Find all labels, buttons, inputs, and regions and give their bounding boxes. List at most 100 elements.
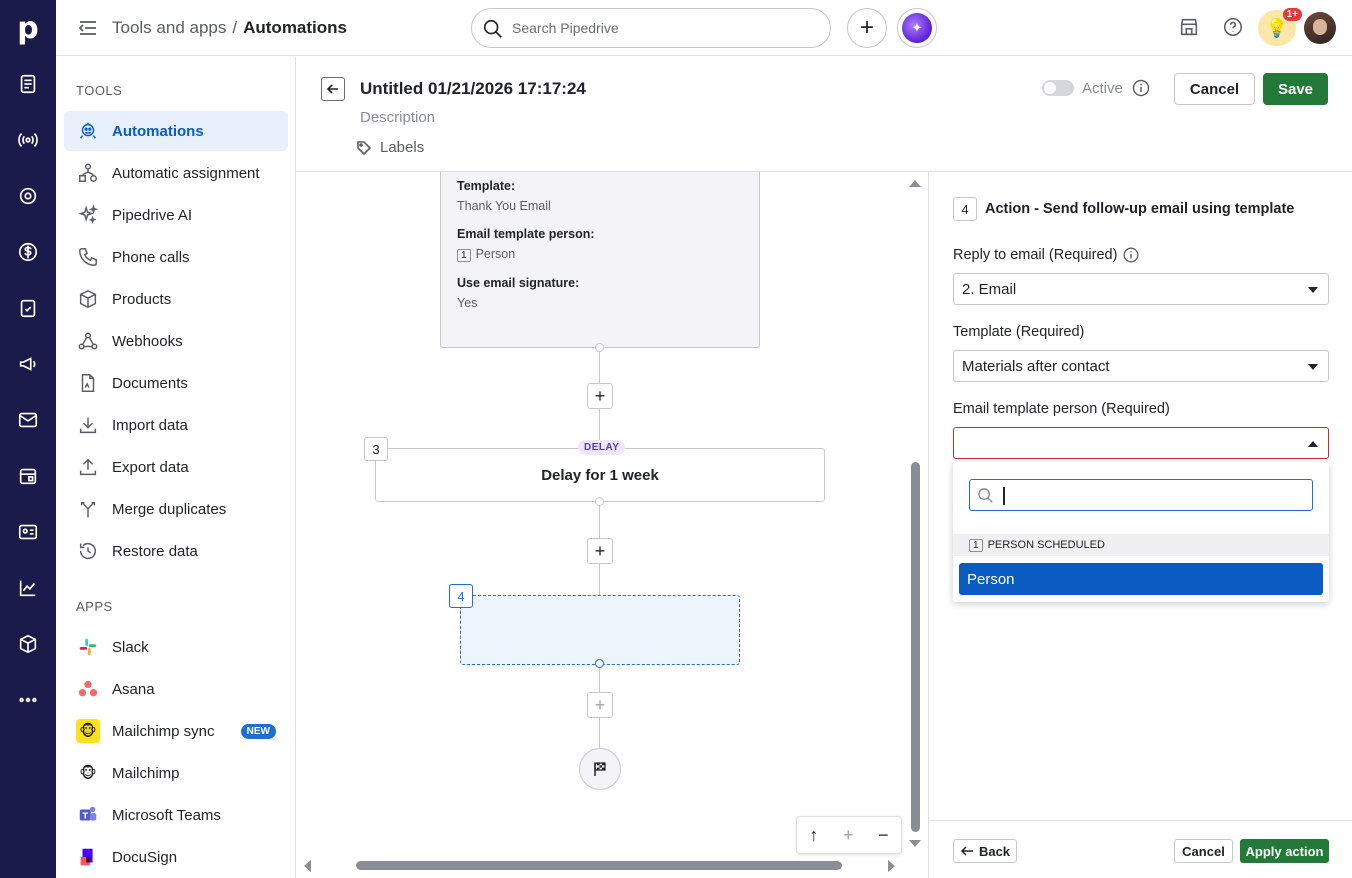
box-icon: [76, 287, 100, 311]
action-config-panel: 4 Action - Send follow-up email using te…: [928, 172, 1352, 878]
megaphone-icon[interactable]: [16, 352, 40, 376]
vertical-scroll-thumb[interactable]: [911, 462, 920, 832]
horizontal-scroll-thumb[interactable]: [356, 861, 842, 870]
webhook-icon: [76, 329, 100, 353]
mail-icon[interactable]: [16, 408, 40, 432]
workflow-canvas[interactable]: Template: Thank You Email Email template…: [296, 172, 928, 878]
vertical-scrollbar[interactable]: [908, 176, 922, 856]
sidebar-item-phone-calls[interactable]: Phone calls: [64, 237, 288, 277]
description-field[interactable]: Description: [360, 109, 435, 126]
sidebar-item-label: Asana: [112, 680, 155, 698]
sidebar-item-mailchimp-sync[interactable]: 🐵 Mailchimp sync NEW: [64, 711, 288, 751]
leads-icon[interactable]: [16, 72, 40, 96]
robot-icon: [76, 119, 100, 143]
delay-step-card[interactable]: Delay for 1 week: [375, 448, 825, 502]
scroll-down-icon[interactable]: [908, 839, 922, 849]
activities-icon[interactable]: [16, 296, 40, 320]
sidebar-item-pipedrive-ai[interactable]: Pipedrive AI: [64, 195, 288, 235]
template-select[interactable]: Materials after contact: [953, 350, 1329, 382]
connector-dot: [595, 497, 604, 506]
scroll-right-icon[interactable]: [887, 859, 897, 873]
marketplace-icon[interactable]: [1178, 16, 1202, 40]
chevron-down-icon: [1308, 364, 1318, 370]
add-step-button[interactable]: +: [587, 692, 613, 718]
chevron-up-icon: [1308, 441, 1318, 447]
products-rail-icon[interactable]: [16, 632, 40, 656]
search-input[interactable]: Search Pipedrive: [471, 8, 831, 48]
contacts-icon[interactable]: [16, 520, 40, 544]
labels-button[interactable]: Labels: [356, 139, 424, 156]
avatar[interactable]: [1304, 12, 1336, 44]
sidebar-item-docusign[interactable]: DocuSign: [64, 837, 288, 877]
sidebar-item-webhooks[interactable]: Webhooks: [64, 321, 288, 361]
merge-icon: [76, 497, 100, 521]
arrow-left-icon: [960, 846, 973, 856]
sidebar-item-export-data[interactable]: Export data: [64, 447, 288, 487]
zoom-out-icon[interactable]: −: [878, 825, 889, 846]
info-icon[interactable]: [1123, 247, 1139, 263]
sidebar-item-microsoft-teams[interactable]: T Microsoft Teams: [64, 795, 288, 835]
zoom-controls: ↑ + −: [796, 816, 902, 854]
target-icon[interactable]: [16, 184, 40, 208]
tips-bulb-icon[interactable]: 💡 1+: [1258, 8, 1302, 46]
restore-icon: [76, 539, 100, 563]
active-label: Active: [1082, 80, 1123, 97]
email-action-card[interactable]: Template: Thank You Email Email template…: [440, 172, 760, 348]
zoom-in-icon[interactable]: +: [843, 825, 854, 846]
upload-icon: [76, 455, 100, 479]
step-number: 4: [953, 197, 977, 221]
panel-cancel-button[interactable]: Cancel: [1174, 839, 1233, 863]
sidebar-item-automations[interactable]: Automations: [64, 111, 288, 151]
add-step-button[interactable]: +: [587, 538, 613, 564]
new-action-placeholder[interactable]: [460, 595, 740, 665]
active-toggle[interactable]: [1042, 80, 1074, 96]
more-icon[interactable]: [16, 688, 40, 712]
cancel-button[interactable]: Cancel: [1174, 73, 1255, 105]
dollar-icon[interactable]: [16, 240, 40, 264]
dropdown-search-input[interactable]: [969, 479, 1313, 511]
pipedrive-logo[interactable]: p: [0, 0, 56, 56]
ai-assistant-button[interactable]: ✦: [897, 8, 937, 48]
reply-to-value: 2. Email: [962, 280, 1017, 298]
email-person-select[interactable]: [953, 427, 1329, 459]
sidebar-item-asana[interactable]: Asana: [64, 669, 288, 709]
quick-add-button[interactable]: +: [847, 8, 887, 48]
arrow-left-icon: [326, 84, 338, 94]
horizontal-scrollbar[interactable]: [302, 858, 902, 872]
save-button[interactable]: Save: [1263, 73, 1328, 105]
add-step-button[interactable]: +: [587, 383, 613, 409]
search-placeholder: Search Pipedrive: [512, 20, 619, 36]
dropdown-option-person[interactable]: Person: [959, 563, 1323, 595]
collapse-menu-icon[interactable]: [78, 18, 98, 38]
download-icon: [76, 413, 100, 437]
sidebar: TOOLS Automations Automatic assignment P…: [56, 57, 296, 878]
scroll-up-icon[interactable]: [908, 178, 922, 188]
scroll-left-icon[interactable]: [302, 859, 312, 873]
person-dropdown: 1 PERSON SCHEDULED Person: [953, 462, 1329, 602]
sidebar-item-restore-data[interactable]: Restore data: [64, 531, 288, 571]
teams-icon: T: [76, 803, 100, 827]
sidebar-item-products[interactable]: Products: [64, 279, 288, 319]
info-icon[interactable]: [1132, 79, 1150, 97]
sidebar-item-automatic-assignment[interactable]: Automatic assignment: [64, 153, 288, 193]
calendar-icon[interactable]: [16, 464, 40, 488]
help-icon[interactable]: [1222, 16, 1246, 40]
sidebar-item-merge-duplicates[interactable]: Merge duplicates: [64, 489, 288, 529]
arrow-up-icon[interactable]: ↑: [809, 825, 818, 846]
back-button[interactable]: [321, 77, 345, 101]
breadcrumb-parent[interactable]: Tools and apps: [112, 18, 226, 37]
insights-icon[interactable]: [16, 576, 40, 600]
template-value: Thank You Email: [457, 199, 551, 213]
sidebar-item-label: Webhooks: [112, 332, 183, 350]
apply-action-button[interactable]: Apply action: [1240, 839, 1329, 863]
text-cursor: [1003, 487, 1005, 505]
step-number: 3: [364, 437, 388, 461]
sidebar-item-mailchimp[interactable]: 🐵 Mailchimp: [64, 753, 288, 793]
sidebar-item-documents[interactable]: Documents: [64, 363, 288, 403]
reply-to-select[interactable]: 2. Email: [953, 273, 1329, 305]
back-step-button[interactable]: Back: [953, 839, 1017, 863]
automation-title[interactable]: Untitled 01/21/2026 17:17:24: [360, 79, 586, 99]
broadcast-icon[interactable]: [16, 128, 40, 152]
sidebar-item-import-data[interactable]: Import data: [64, 405, 288, 445]
sidebar-item-slack[interactable]: Slack: [64, 627, 288, 667]
